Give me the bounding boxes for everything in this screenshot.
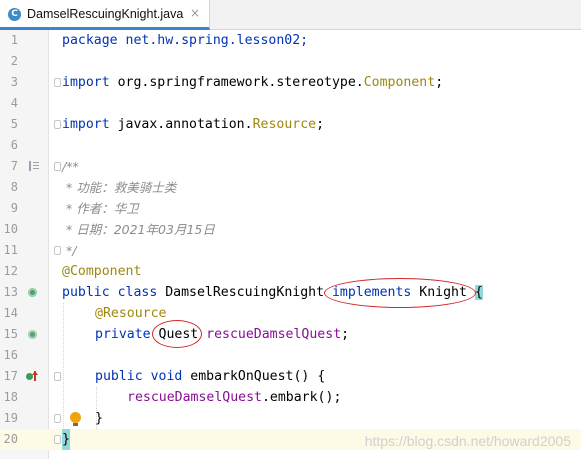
code-line: 14 @Resource bbox=[0, 303, 581, 324]
fold-marker-icon[interactable] bbox=[54, 78, 61, 87]
fold-marker-icon[interactable] bbox=[54, 162, 61, 171]
code-line: 15 private Quest rescueDamselQuest; bbox=[0, 324, 581, 345]
line-number: 15 bbox=[3, 327, 18, 341]
line-number: 16 bbox=[3, 348, 18, 362]
line-number: 14 bbox=[3, 306, 18, 320]
method-call: rescueDamselQuest.embark(); bbox=[127, 390, 342, 405]
line-number: 7 bbox=[10, 159, 18, 173]
fold-marker-icon[interactable] bbox=[54, 372, 61, 381]
quest-type-highlight-oval bbox=[152, 320, 202, 348]
code-line: 9 * 作者：华卫 bbox=[0, 198, 581, 219]
import-statement: import javax.annotation.Resource; bbox=[62, 117, 325, 132]
intention-bulb-icon[interactable] bbox=[70, 412, 81, 423]
java-class-icon: C bbox=[8, 8, 21, 21]
line-number: 9 bbox=[10, 201, 18, 215]
doc-comment-text: * 日期：2021年03月15日 bbox=[62, 222, 215, 237]
line-number: 4 bbox=[10, 96, 18, 110]
line-number: 10 bbox=[3, 222, 18, 236]
doc-comment-close: */ bbox=[62, 243, 77, 258]
line-number: 2 bbox=[10, 54, 18, 68]
doc-comment-text: * 功能：救美骑士类 bbox=[62, 180, 177, 195]
fold-marker-icon[interactable] bbox=[54, 414, 61, 423]
resource-annotation: @Resource bbox=[95, 306, 167, 321]
code-line: 16 bbox=[0, 345, 581, 366]
code-line: 7 /** bbox=[0, 156, 581, 177]
fold-marker-icon[interactable] bbox=[54, 120, 61, 129]
line-number: 8 bbox=[10, 180, 18, 194]
code-line: 19 } bbox=[0, 408, 581, 429]
autowired-gutter-icon[interactable] bbox=[28, 330, 37, 339]
code-line: 6 bbox=[0, 135, 581, 156]
class-close-brace: } bbox=[62, 429, 70, 450]
line-number: 6 bbox=[10, 138, 18, 152]
code-line: 13 public class DamselRescuingKnight imp… bbox=[0, 282, 581, 303]
code-line: 18 rescueDamselQuest.embark(); bbox=[0, 387, 581, 408]
fold-marker-icon[interactable] bbox=[54, 246, 61, 255]
line-number: 17 bbox=[3, 369, 18, 383]
package-declaration: package net.hw.spring.lesson02; bbox=[62, 33, 309, 48]
watermark: https://blog.csdn.net/howard2005 bbox=[364, 433, 571, 449]
intention-bulb-base bbox=[73, 423, 78, 426]
component-annotation: @Component bbox=[62, 264, 142, 279]
line-number: 19 bbox=[3, 411, 18, 425]
implements-method-icon[interactable] bbox=[26, 371, 38, 382]
field-declaration: private Quest rescueDamselQuest; bbox=[95, 327, 350, 342]
line-number: 11 bbox=[3, 243, 18, 257]
code-editor[interactable]: 1 package net.hw.spring.lesson02; 2 3 im… bbox=[0, 30, 581, 459]
code-line: 11 */ bbox=[0, 240, 581, 261]
code-line: 17 public void embarkOnQuest() { bbox=[0, 366, 581, 387]
code-line: 8 * 功能：救美骑士类 bbox=[0, 177, 581, 198]
doc-comment-icon[interactable] bbox=[29, 161, 39, 171]
bean-gutter-icon[interactable] bbox=[28, 288, 37, 297]
close-tab-icon[interactable]: × bbox=[190, 6, 200, 20]
code-line: 1 package net.hw.spring.lesson02; bbox=[0, 30, 581, 51]
code-line: 2 bbox=[0, 51, 581, 72]
doc-comment-open: /** bbox=[62, 159, 79, 174]
line-number: 13 bbox=[3, 285, 18, 299]
fold-marker-icon[interactable] bbox=[54, 435, 61, 444]
tab-title: DamselRescuingKnight.java bbox=[27, 7, 184, 21]
line-number: 3 bbox=[10, 75, 18, 89]
implements-highlight-oval bbox=[324, 278, 476, 308]
code-line: 12 @Component bbox=[0, 261, 581, 282]
code-line: 10 * 日期：2021年03月15日 bbox=[0, 219, 581, 240]
line-number: 20 bbox=[3, 432, 18, 446]
tab-damsel-rescuing-knight[interactable]: C DamselRescuingKnight.java × bbox=[0, 0, 210, 30]
method-declaration: public void embarkOnQuest() { bbox=[95, 369, 326, 384]
editor-tab-bar: C DamselRescuingKnight.java × bbox=[0, 0, 581, 30]
line-number: 5 bbox=[10, 117, 18, 131]
method-close-brace: } bbox=[95, 411, 103, 426]
line-number: 12 bbox=[3, 264, 18, 278]
line-number: 18 bbox=[3, 390, 18, 404]
code-line: 5 import javax.annotation.Resource; bbox=[0, 114, 581, 135]
code-line: 4 bbox=[0, 93, 581, 114]
doc-comment-text: * 作者：华卫 bbox=[62, 201, 139, 216]
code-line: 3 import org.springframework.stereotype.… bbox=[0, 72, 581, 93]
import-statement: import org.springframework.stereotype.Co… bbox=[62, 75, 444, 90]
line-number: 1 bbox=[10, 33, 18, 47]
